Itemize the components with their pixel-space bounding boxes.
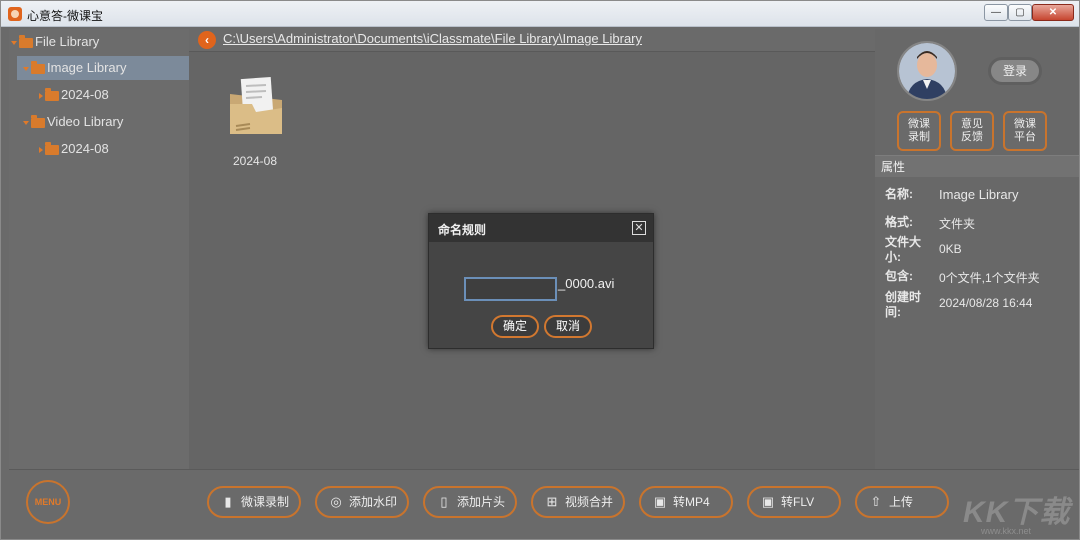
tree-item-video-2024-08[interactable]: 2024-08 bbox=[39, 137, 179, 161]
button-label-line: 反馈 bbox=[961, 131, 983, 143]
menu-button[interactable]: MENU bbox=[26, 480, 70, 524]
property-value: 文件夹 bbox=[939, 217, 976, 231]
property-key: 文件大小: bbox=[885, 235, 922, 264]
properties-header: 属性 bbox=[875, 155, 1079, 177]
folder-item[interactable]: 2024-08 bbox=[221, 70, 289, 170]
property-row: 格式: 文件夹 bbox=[885, 215, 1075, 233]
folder-icon bbox=[45, 141, 59, 155]
app-window: 心意答-微课宝 — ▢ ✕ File Library Image Library… bbox=[0, 0, 1080, 540]
user-icon bbox=[899, 43, 955, 99]
window-title: 心意答-微课宝 bbox=[27, 9, 103, 23]
upload-icon: ⇧ bbox=[870, 494, 882, 509]
tool-label: 添加水印 bbox=[349, 495, 398, 509]
upload-button[interactable]: ⇧ 上传 bbox=[855, 486, 949, 518]
tool-label: 视频合并 bbox=[565, 495, 614, 509]
button-label-line: 录制 bbox=[908, 131, 930, 143]
property-row: 创建时间: 2024/08/28 16:44 bbox=[885, 290, 1075, 322]
micro-record-tool-button[interactable]: ▮ 微课录制 bbox=[207, 486, 301, 518]
button-label-line: 平台 bbox=[1014, 131, 1036, 143]
maximize-button[interactable]: ▢ bbox=[1008, 4, 1032, 21]
property-key: 包含: bbox=[885, 269, 913, 283]
property-key: 格式: bbox=[885, 215, 913, 229]
collapsed-arrow-icon[interactable] bbox=[39, 92, 43, 99]
dialog-title: 命名规则 bbox=[438, 223, 487, 237]
property-value: 2024/08/28 16:44 bbox=[939, 296, 1033, 310]
dialog-close-icon[interactable]: ✕ bbox=[632, 221, 646, 235]
tree-item-label: File Library bbox=[35, 34, 100, 49]
tree-item-label: 2024-08 bbox=[61, 87, 109, 102]
convert-flv-button[interactable]: ▣ 转FLV bbox=[747, 486, 841, 518]
dialog-header: 命名规则 ✕ bbox=[429, 214, 653, 242]
tool-label: 添加片头 bbox=[457, 495, 506, 509]
title-icon: ▯ bbox=[440, 494, 448, 509]
property-row: 包含: 0个文件,1个文件夹 bbox=[885, 269, 1075, 287]
expand-arrow-icon[interactable] bbox=[23, 120, 29, 125]
platform-button[interactable]: 微课 平台 bbox=[1003, 111, 1047, 151]
button-label-line: 意见 bbox=[961, 118, 983, 130]
back-arrow-icon[interactable]: ‹ bbox=[198, 31, 216, 49]
tree-item-image-library[interactable]: Image Library bbox=[17, 56, 189, 80]
avatar[interactable] bbox=[897, 41, 957, 101]
folder-icon bbox=[31, 60, 45, 74]
collapsed-arrow-icon[interactable] bbox=[39, 146, 43, 153]
property-row: 文件大小: 0KB bbox=[885, 235, 1075, 267]
folder-icon bbox=[31, 114, 45, 128]
ok-button[interactable]: 确定 bbox=[491, 315, 539, 338]
path-link[interactable]: C:\Users\Administrator\Documents\iClassm… bbox=[223, 31, 642, 46]
property-row: 名称: Image Library bbox=[885, 187, 1075, 205]
cancel-button[interactable]: 取消 bbox=[544, 315, 592, 338]
flv-icon: ▣ bbox=[761, 494, 775, 509]
title-bar: 心意答-微课宝 — ▢ ✕ bbox=[1, 1, 1079, 27]
expand-arrow-icon[interactable] bbox=[11, 40, 17, 45]
tool-label: 转MP4 bbox=[673, 495, 710, 509]
micro-record-button[interactable]: 微课 录制 bbox=[897, 111, 941, 151]
tree-item-video-library[interactable]: Video Library bbox=[23, 110, 183, 134]
mp4-icon: ▣ bbox=[653, 494, 667, 509]
folder-tree: File Library Image Library 2024-08 Video… bbox=[9, 29, 189, 469]
expand-arrow-icon[interactable] bbox=[23, 66, 29, 71]
close-window-button[interactable]: ✕ bbox=[1032, 4, 1074, 21]
tree-item-image-2024-08[interactable]: 2024-08 bbox=[39, 83, 179, 107]
property-value: Image Library bbox=[939, 187, 1019, 202]
folder-icon bbox=[19, 34, 33, 48]
tool-label: 转FLV bbox=[781, 495, 815, 509]
button-label-line: 微课 bbox=[908, 118, 930, 130]
add-watermark-button[interactable]: ◎ 添加水印 bbox=[315, 486, 409, 518]
filename-prefix-input[interactable] bbox=[464, 277, 557, 301]
merge-icon: ⊞ bbox=[546, 494, 558, 509]
path-bar: ‹ C:\Users\Administrator\Documents\iClas… bbox=[193, 29, 873, 51]
tool-label: 微课录制 bbox=[241, 495, 290, 509]
feedback-button[interactable]: 意见 反馈 bbox=[950, 111, 994, 151]
folder-thumbnail-icon bbox=[230, 76, 282, 134]
tree-item-file-library[interactable]: File Library bbox=[11, 30, 187, 54]
folder-item-label: 2024-08 bbox=[232, 154, 278, 168]
watermark-icon: ◎ bbox=[330, 494, 342, 509]
tree-item-label: Image Library bbox=[47, 60, 127, 75]
property-key: 创建时间: bbox=[885, 290, 922, 319]
watermark-logo: KK下载 bbox=[963, 496, 1071, 529]
watermark-url: www.kkx.net bbox=[981, 526, 1032, 536]
tool-label: 上传 bbox=[889, 495, 914, 509]
property-value: 0KB bbox=[939, 242, 962, 256]
login-button[interactable]: 登录 bbox=[988, 57, 1042, 85]
bottom-toolbar: MENU ▮ 微课录制 ◎ 添加水印 ▯ 添加片头 ⊞ 视频合并 ▣ 转MP4 ▣ 转FLV… bbox=[9, 469, 1079, 537]
app-icon bbox=[8, 7, 22, 21]
pencil-icon: ▮ bbox=[224, 494, 232, 509]
property-key: 名称: bbox=[885, 187, 913, 201]
filename-suffix: _0000.avi bbox=[558, 276, 615, 291]
folder-icon bbox=[45, 87, 59, 101]
right-panel: 登录 微课 录制 意见 反馈 微课 平台 属性 名称: Image Librar… bbox=[875, 29, 1079, 469]
button-label-line: 微课 bbox=[1014, 118, 1036, 130]
naming-rule-dialog: 命名规则 ✕ _0000.avi 确定 取消 bbox=[428, 213, 654, 349]
minimize-button[interactable]: — bbox=[984, 4, 1008, 21]
merge-video-button[interactable]: ⊞ 视频合并 bbox=[531, 486, 625, 518]
tree-item-label: Video Library bbox=[47, 114, 124, 129]
property-value: 0个文件,1个文件夹 bbox=[939, 271, 1040, 285]
convert-mp4-button[interactable]: ▣ 转MP4 bbox=[639, 486, 733, 518]
add-title-button[interactable]: ▯ 添加片头 bbox=[423, 486, 517, 518]
tree-item-label: 2024-08 bbox=[61, 141, 109, 156]
